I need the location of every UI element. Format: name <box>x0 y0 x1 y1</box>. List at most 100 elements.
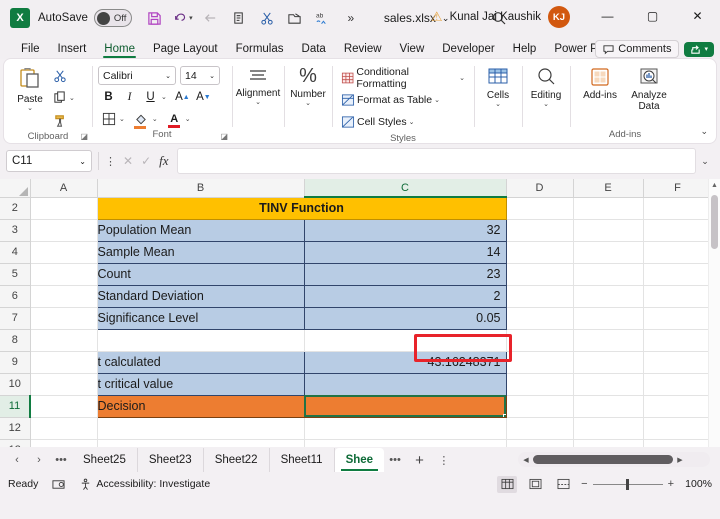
cell-c4[interactable]: 14 <box>303 240 507 264</box>
vertical-scrollbar[interactable]: ▲ <box>708 179 720 447</box>
cell-e12[interactable] <box>573 417 644 440</box>
select-all-corner[interactable] <box>0 179 31 198</box>
tab-home[interactable]: Home <box>95 43 144 59</box>
tab-data[interactable]: Data <box>293 43 335 59</box>
copy-dropdown-icon[interactable]: ⌄ <box>69 94 75 102</box>
cell-a3[interactable] <box>30 219 98 242</box>
cell-d2[interactable] <box>506 197 574 220</box>
name-box-more-icon[interactable]: ⋮ <box>105 155 116 168</box>
bold-button[interactable]: B <box>98 87 119 107</box>
scroll-left-icon[interactable]: ◀ <box>521 456 531 464</box>
column-header-d[interactable]: D <box>506 179 574 198</box>
cell-f9[interactable] <box>643 351 713 374</box>
all-sheets-icon[interactable]: ••• <box>50 449 72 471</box>
sheet-tab-sheet22[interactable]: Sheet22 <box>204 448 270 472</box>
row-header-10[interactable]: 10 <box>0 373 31 396</box>
cell-f2[interactable] <box>643 197 713 220</box>
user-name[interactable]: Kunal Jai Kaushik <box>450 11 541 23</box>
cell-f8[interactable] <box>643 329 713 352</box>
cut-button[interactable] <box>50 65 78 87</box>
add-ins-button[interactable]: Add-ins <box>576 62 624 101</box>
row-header-11[interactable]: 11 <box>0 395 31 418</box>
cell-e2[interactable] <box>573 197 644 220</box>
undo-icon[interactable]: ▾ <box>170 5 196 31</box>
cell-e6[interactable] <box>573 285 644 308</box>
confirm-icon[interactable]: ✓ <box>141 154 151 168</box>
avatar[interactable]: KJ <box>548 6 570 28</box>
cells-dropdown-icon[interactable]: ⌄ <box>495 101 501 109</box>
zoom-track[interactable] <box>592 478 663 490</box>
row-header-7[interactable]: 7 <box>0 307 31 330</box>
next-sheet-icon[interactable]: › <box>28 449 50 471</box>
row-header-6[interactable]: 6 <box>0 285 31 308</box>
clipboard-dialog-launcher[interactable]: ◪ <box>80 132 88 141</box>
warning-icon[interactable]: ⚠ <box>431 9 443 25</box>
cell-a12[interactable] <box>30 417 98 440</box>
grow-font-button[interactable]: A ▲ <box>172 87 193 107</box>
format-painter-button[interactable] <box>50 109 78 131</box>
save-icon[interactable] <box>142 5 168 31</box>
undo-dropdown-icon[interactable]: ▾ <box>189 14 193 22</box>
horizontal-scrollbar[interactable]: ◀ ▶ <box>518 452 710 467</box>
cell-f3[interactable] <box>643 219 713 242</box>
cell-a4[interactable] <box>30 241 98 264</box>
comments-button[interactable]: Comments <box>595 40 680 58</box>
cancel-icon[interactable]: ✕ <box>123 154 133 168</box>
cell-a6[interactable] <box>30 285 98 308</box>
insert-function-icon[interactable]: fx <box>159 153 168 169</box>
share-dropdown-icon[interactable]: ▾ <box>704 45 708 53</box>
paste-button[interactable]: Paste ⌄ <box>10 62 50 113</box>
cell-c13[interactable] <box>304 439 507 447</box>
conditional-formatting-dropdown-icon[interactable]: ⌄ <box>459 74 465 82</box>
cell-b9[interactable]: t calculated <box>96 350 305 374</box>
row-header-13[interactable]: 13 <box>0 439 31 447</box>
cell-c5[interactable]: 23 <box>303 262 507 286</box>
scroll-up-icon[interactable]: ▲ <box>709 179 720 192</box>
tab-page-layout[interactable]: Page Layout <box>144 43 227 59</box>
cell-d6[interactable] <box>506 285 574 308</box>
cell-c7[interactable]: 0.05 <box>303 306 507 330</box>
row-header-2[interactable]: 2 <box>0 197 31 220</box>
format-as-table-dropdown-icon[interactable]: ⌄ <box>434 96 440 104</box>
font-color-icon[interactable]: A <box>164 109 185 129</box>
cell-a2[interactable] <box>30 197 98 220</box>
row-header-3[interactable]: 3 <box>0 219 31 242</box>
sheet-tab-active[interactable]: Shee <box>334 448 385 472</box>
autosave-toggle[interactable]: Off <box>93 9 132 27</box>
cell-d5[interactable] <box>506 263 574 286</box>
cell-c12[interactable] <box>304 417 507 440</box>
font-name-dropdown-icon[interactable]: ⌄ <box>165 72 171 80</box>
format-as-table-button[interactable]: Format as Table ⌄ <box>338 89 443 111</box>
sheet-tab-sheet25[interactable]: Sheet25 <box>72 448 138 472</box>
zoom-out-button[interactable]: − <box>581 478 587 490</box>
cells-button[interactable]: Cells ⌄ <box>480 62 516 109</box>
cell-c3[interactable]: 32 <box>303 218 507 242</box>
paste-dropdown-icon[interactable]: ⌄ <box>27 105 33 113</box>
cell-c9[interactable]: 43.16248371 <box>303 350 507 374</box>
column-header-b[interactable]: B <box>97 179 305 198</box>
page-layout-view-button[interactable] <box>525 476 545 493</box>
cut-icon[interactable] <box>254 5 280 31</box>
cell-d7[interactable] <box>506 307 574 330</box>
formula-input[interactable] <box>176 148 696 174</box>
scroll-right-icon[interactable]: ▶ <box>675 456 685 464</box>
number-dropdown-icon[interactable]: ⌄ <box>305 100 311 108</box>
name-box-dropdown-icon[interactable]: ⌄ <box>79 157 86 166</box>
cell-d8[interactable] <box>506 329 574 352</box>
cell-e11[interactable] <box>573 395 644 418</box>
cell-c6[interactable]: 2 <box>303 284 507 308</box>
font-name-input[interactable]: Calibri ⌄ <box>98 66 176 85</box>
borders-icon[interactable] <box>98 109 119 129</box>
cell-f4[interactable] <box>643 241 713 264</box>
font-size-dropdown-icon[interactable]: ⌄ <box>209 72 215 80</box>
cell-e9[interactable] <box>573 351 644 374</box>
cell-b5[interactable]: Count <box>96 262 305 286</box>
cell-e5[interactable] <box>573 263 644 286</box>
page-break-view-button[interactable] <box>553 476 573 493</box>
alignment-dropdown-icon[interactable]: ⌄ <box>255 99 261 107</box>
cell-a10[interactable] <box>30 373 98 396</box>
analyze-data-button[interactable]: Analyze Data <box>624 62 674 112</box>
column-header-e[interactable]: E <box>573 179 644 198</box>
cell-d13[interactable] <box>506 439 574 447</box>
cell-b13[interactable] <box>97 439 305 447</box>
